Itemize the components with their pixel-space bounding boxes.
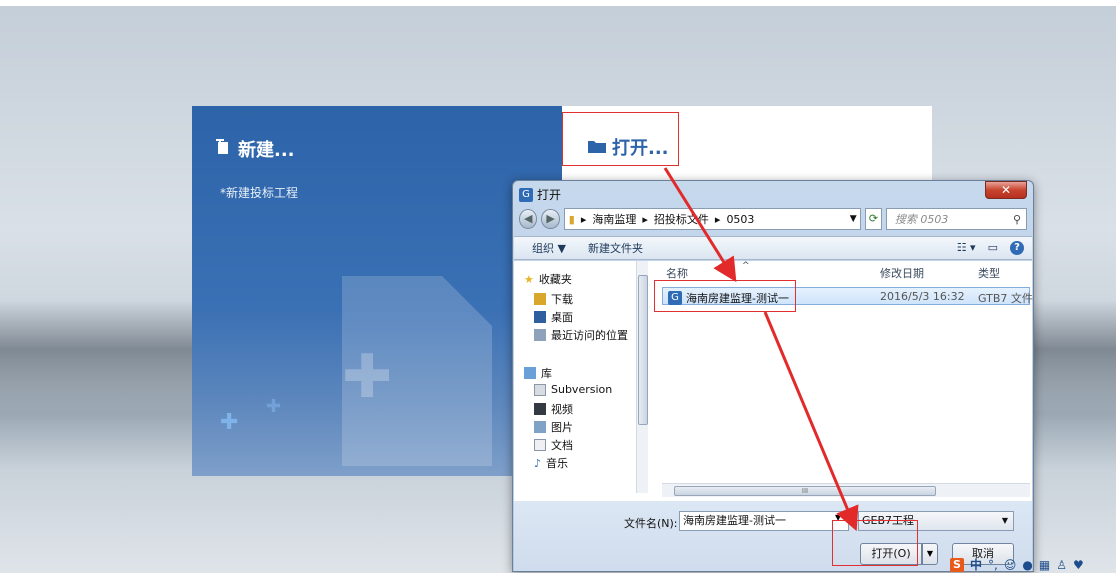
emoji-icon[interactable]: ☺ — [1004, 558, 1017, 572]
picture-icon — [534, 421, 546, 433]
file-list-hscrollbar[interactable]: III — [662, 483, 1030, 497]
scrollbar-thumb[interactable] — [638, 275, 648, 425]
refresh-button[interactable]: ⟳ — [865, 208, 882, 230]
sort-indicator-icon: ^ — [742, 261, 750, 271]
new-folder-button[interactable]: 新建文件夹 — [588, 240, 643, 256]
search-input[interactable]: 搜索 0503 ⚲ — [885, 208, 1027, 230]
navigation-bar: ◀ ▶ ▮ ▸ 海南监理 ▸ 招投标文件 ▸ 0503 ▼ ⟳ 搜索 0503 … — [519, 207, 1027, 231]
help-icon[interactable]: ? — [1010, 241, 1024, 255]
chevron-down-icon: ▼ — [1001, 516, 1008, 525]
breadcrumb-item[interactable]: 招投标文件 — [654, 211, 709, 227]
star-icon: ★ — [524, 272, 534, 286]
download-folder-icon — [534, 293, 546, 305]
keyboard-icon[interactable]: ▦ — [1039, 558, 1050, 572]
address-dropdown-icon[interactable]: ▼ — [846, 214, 860, 224]
dialog-title: G 打开 — [519, 186, 561, 203]
dialog-toolbar: 组织 ▼ 新建文件夹 ☷ ▾ ▭ ? — [514, 236, 1032, 260]
filename-label: 文件名(N): — [624, 517, 678, 530]
filename-input[interactable]: 海南房建监理-测试一 — [679, 511, 849, 531]
navigation-pane: ★ 收藏夹 下载 桌面 最近访问的位置 库 Subversion 视频 图片 文… — [514, 261, 648, 501]
microphone-icon[interactable]: ● — [1022, 558, 1032, 572]
app-icon: G — [519, 187, 533, 202]
recent-places-icon — [534, 329, 546, 341]
column-header-type[interactable]: 类型 — [978, 265, 1000, 281]
document-icon — [534, 439, 546, 451]
search-icon[interactable]: ⚲ — [1008, 213, 1026, 226]
scrollbar-thumb[interactable]: III — [674, 486, 936, 496]
breadcrumb-item[interactable]: 0503 — [726, 213, 754, 226]
sidebar-item-libraries[interactable]: 库 — [524, 365, 552, 381]
open-file-dialog: G 打开 ✕ ◀ ▶ ▮ ▸ 海南监理 ▸ 招投标文件 ▸ 0503 ▼ ⟳ 搜… — [512, 180, 1034, 572]
new-file-icon — [216, 138, 232, 160]
library-icon — [524, 367, 536, 379]
skin-icon[interactable]: ♥ — [1073, 558, 1084, 572]
new-bid-project-link[interactable]: *新建投标工程 — [220, 184, 298, 201]
sidebar-item-favorites[interactable]: ★ 收藏夹 — [524, 271, 572, 287]
sidebar-item-subversion[interactable]: Subversion — [534, 383, 612, 396]
back-button[interactable]: ◀ — [519, 209, 538, 229]
sidebar-item-downloads[interactable]: 下载 — [534, 291, 573, 307]
sidebar-item-recent[interactable]: 最近访问的位置 — [534, 327, 628, 343]
close-button[interactable]: ✕ — [985, 181, 1027, 199]
column-header-modified[interactable]: 修改日期 — [880, 265, 924, 281]
open-highlight-box — [562, 112, 679, 166]
preview-pane-icon[interactable]: ▭ — [988, 241, 998, 255]
address-bar[interactable]: ▮ ▸ 海南监理 ▸ 招投标文件 ▸ 0503 ▼ — [563, 208, 862, 230]
organize-menu[interactable]: 组织 ▼ — [532, 240, 566, 256]
sidebar-item-documents[interactable]: 文档 — [534, 437, 573, 453]
view-options-icon[interactable]: ☷ ▾ — [957, 241, 976, 255]
new-title[interactable]: 新建... — [216, 136, 295, 162]
plus-decoration-icon: ✚ — [342, 342, 393, 412]
file-type: GTB7 文件 — [978, 292, 1033, 305]
column-header-name[interactable]: 名称 — [666, 265, 688, 281]
user-icon[interactable]: ♙ — [1056, 558, 1067, 572]
ime-language-indicator[interactable]: 中 — [970, 556, 982, 573]
desktop-icon — [534, 311, 546, 323]
open-button-highlight-box — [832, 520, 918, 566]
file-modified: 2016/5/3 16:32 — [880, 290, 965, 303]
sidebar-item-desktop[interactable]: 桌面 — [534, 309, 573, 325]
video-icon — [534, 403, 546, 415]
breadcrumb-item[interactable]: 海南监理 — [592, 211, 636, 227]
open-options-dropdown[interactable]: ▼ — [922, 543, 938, 565]
document-icon — [534, 383, 546, 396]
sidebar-item-pictures[interactable]: 图片 — [534, 419, 573, 435]
sidebar-item-music[interactable]: ♪ 音乐 — [534, 455, 568, 471]
folder-icon: ▮ — [568, 212, 575, 226]
top-edge — [0, 0, 1116, 6]
music-icon: ♪ — [534, 456, 542, 470]
plus-decoration-icon: ✚ — [220, 410, 239, 435]
new-panel: 新建... *新建投标工程 ✚ ✚ ✚ — [192, 106, 562, 476]
forward-button[interactable]: ▶ — [541, 209, 560, 229]
sidebar-item-videos[interactable]: 视频 — [534, 401, 573, 417]
punctuation-icon[interactable]: °, — [988, 558, 998, 572]
sogou-ime-icon[interactable]: S — [950, 557, 964, 572]
plus-decoration-icon: ✚ — [266, 396, 282, 417]
system-tray: S 中 °, ☺ ● ▦ ♙ ♥ — [950, 556, 1116, 573]
sidebar-scrollbar[interactable] — [636, 261, 648, 493]
file-highlight-box — [654, 280, 796, 312]
